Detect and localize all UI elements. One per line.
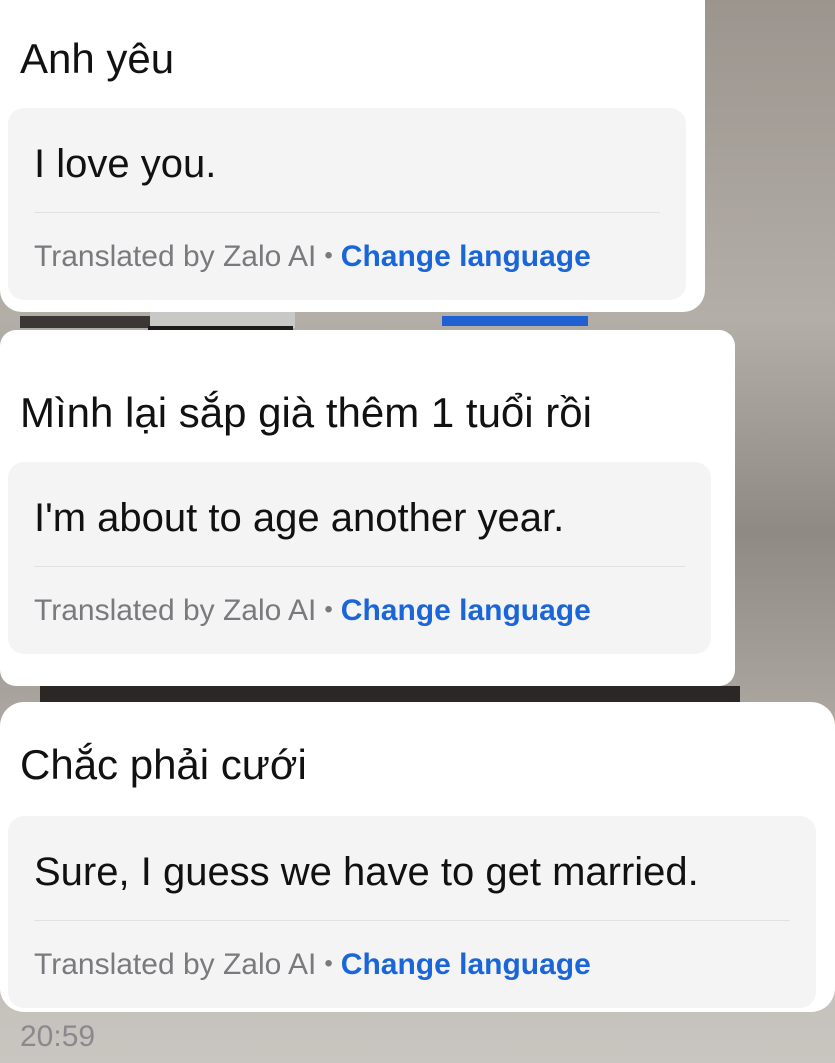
message-timestamp: 20:59	[20, 1020, 96, 1053]
translated-by-label: Translated by Zalo AI	[34, 948, 317, 981]
translation-text: I'm about to age another year.	[34, 496, 565, 540]
background-fragment	[442, 316, 588, 326]
change-language-link[interactable]: Change language	[341, 594, 591, 627]
translated-by-label: Translated by Zalo AI	[34, 240, 317, 273]
change-language-link[interactable]: Change language	[341, 240, 591, 273]
translation-box: Sure, I guess we have to get married. Tr…	[8, 816, 816, 1008]
separator-dot: •	[324, 242, 333, 269]
change-language-link[interactable]: Change language	[341, 948, 591, 981]
background-fragment	[20, 316, 150, 328]
translation-footer: Translated by Zalo AI • Change language	[34, 596, 591, 626]
translation-text: Sure, I guess we have to get married.	[34, 850, 699, 894]
translation-footer: Translated by Zalo AI • Change language	[34, 242, 591, 272]
divider	[34, 566, 685, 567]
message-original-text: Chắc phải cưới	[20, 741, 307, 788]
translated-by-label: Translated by Zalo AI	[34, 594, 317, 627]
message-bubble[interactable]: Anh yêu I love you. Translated by Zalo A…	[0, 0, 705, 312]
translation-footer: Translated by Zalo AI • Change language	[34, 950, 591, 980]
translation-box: I'm about to age another year. Translate…	[8, 462, 711, 654]
message-bubble[interactable]: Mình lại sắp già thêm 1 tuổi rồi I'm abo…	[0, 330, 735, 686]
translation-text: I love you.	[34, 142, 217, 186]
translation-box: I love you. Translated by Zalo AI • Change…	[8, 108, 686, 300]
separator-dot: •	[324, 596, 333, 623]
separator-dot: •	[324, 950, 333, 977]
divider	[34, 920, 790, 921]
divider	[34, 212, 660, 213]
message-bubble[interactable]: Chắc phải cưới Sure, I guess we have to …	[0, 702, 835, 1012]
message-original-text: Anh yêu	[20, 35, 175, 82]
message-original-text: Mình lại sắp già thêm 1 tuổi rồi	[20, 389, 592, 436]
